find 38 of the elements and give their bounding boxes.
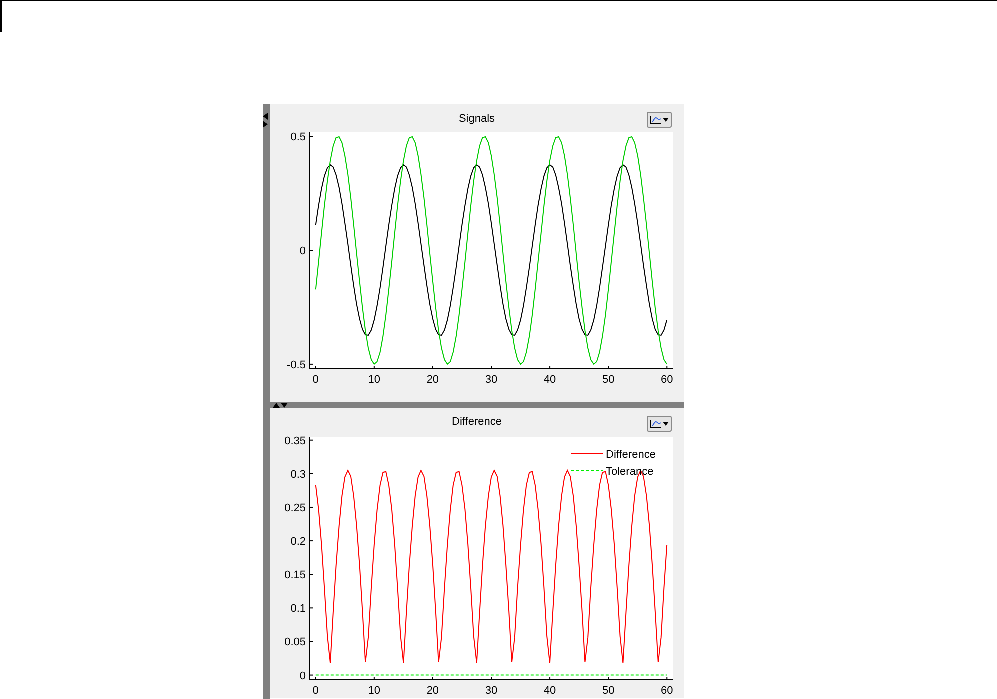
- tick-label: 0: [312, 685, 319, 697]
- tick-label: 10: [368, 374, 381, 386]
- legend-label: Difference: [606, 449, 656, 461]
- tick-label: 10: [368, 685, 381, 697]
- tick-label: 20: [426, 685, 440, 697]
- tick-label: 0.35: [284, 435, 306, 448]
- tick-label: 20: [426, 374, 440, 386]
- tick-label: -0.5: [287, 359, 306, 372]
- tick-label: 0.3: [290, 468, 306, 481]
- tick-label: 30: [485, 685, 498, 697]
- tick-label: 50: [602, 374, 615, 386]
- caret-icon: [663, 118, 669, 122]
- plot-menu-button[interactable]: [647, 416, 672, 432]
- tick-label: 0.15: [284, 570, 306, 582]
- tick-label: 0: [300, 246, 306, 258]
- tick-label: 0.5: [290, 132, 306, 144]
- down-arrow-icon[interactable]: [281, 402, 288, 408]
- caret-icon: [663, 422, 669, 426]
- tick-label: 0: [312, 374, 319, 386]
- tick-label: 0.1: [290, 603, 306, 616]
- left-arrow-icon[interactable]: [263, 113, 268, 120]
- tick-label: 0.05: [284, 636, 306, 649]
- tick-label: 0.2: [290, 536, 306, 548]
- tick-label: 0.25: [284, 502, 306, 514]
- tick-label: 50: [602, 685, 615, 697]
- plot-title: Difference: [452, 416, 502, 429]
- tick-label: 0: [300, 670, 306, 682]
- line-chart-icon: [650, 115, 662, 125]
- tick-label: 30: [485, 374, 498, 386]
- line-chart-icon: [650, 419, 662, 429]
- plot-menu-button[interactable]: [647, 112, 672, 128]
- up-arrow-icon[interactable]: [273, 402, 280, 408]
- right-arrow-icon[interactable]: [263, 121, 268, 128]
- tick-label: 40: [544, 685, 556, 697]
- tick-label: 60: [661, 685, 674, 697]
- tick-label: 60: [661, 374, 674, 386]
- tick-label: 40: [544, 374, 556, 386]
- plot-title: Signals: [458, 113, 496, 126]
